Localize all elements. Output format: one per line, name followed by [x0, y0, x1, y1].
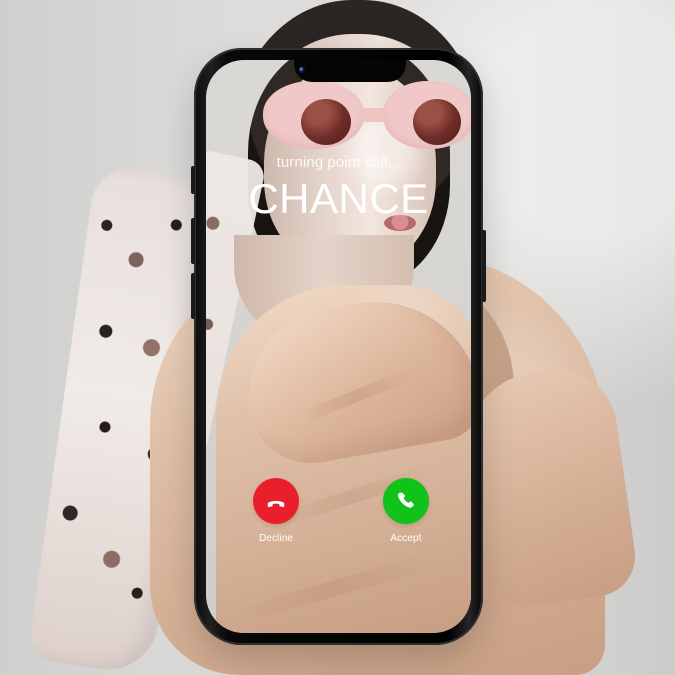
silent-switch — [191, 166, 195, 194]
volume-down-button — [191, 273, 195, 319]
volume-up-button — [191, 218, 195, 264]
call-subtitle: turning point call... — [276, 154, 401, 171]
camera-icon — [299, 67, 305, 73]
phone-notch — [294, 60, 406, 82]
sunglasses — [263, 81, 471, 157]
poster-scene: turning point call... CHANCE Decline Acc… — [0, 0, 675, 675]
call-actions: Decline Accept — [206, 478, 471, 558]
accept-button[interactable] — [383, 478, 429, 524]
incoming-call-screen: turning point call... CHANCE Decline Acc… — [206, 60, 471, 633]
decline-label: Decline — [258, 533, 294, 544]
accept-label: Accept — [390, 533, 422, 544]
decline-button[interactable] — [253, 478, 299, 524]
background-arm — [459, 362, 641, 612]
caller-name: CHANCE — [248, 175, 429, 222]
phone-hangup-icon — [267, 500, 285, 508]
right-lens — [413, 99, 461, 145]
power-button — [482, 230, 486, 302]
phone-device: turning point call... CHANCE Decline Acc… — [191, 48, 486, 645]
phone-icon — [397, 492, 414, 508]
left-lens — [301, 99, 351, 145]
